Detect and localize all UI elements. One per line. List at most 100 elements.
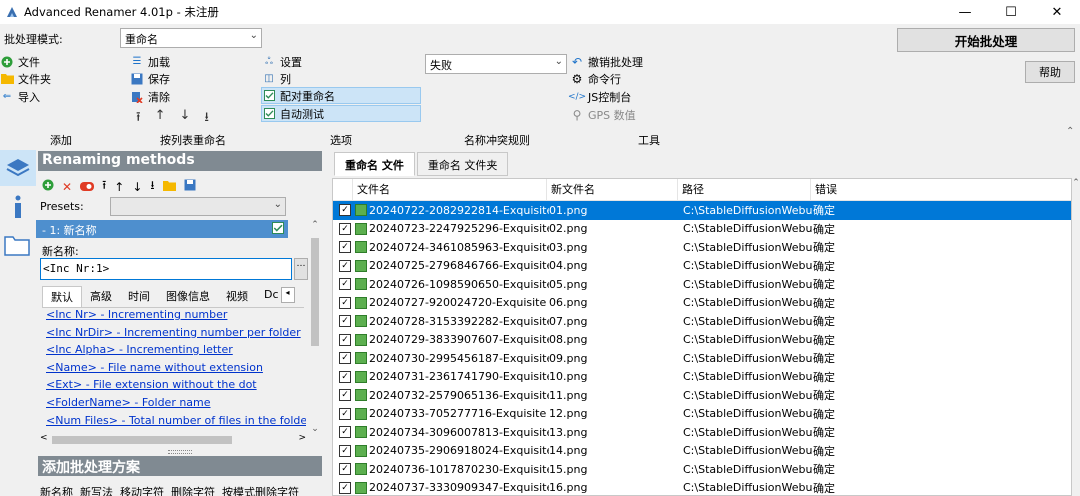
move-up-icon[interactable]: ↑ [114,180,124,194]
table-row[interactable]: ✓ 20240725-2796846766-Exquisite ... 04.png… [333,257,1071,276]
row-checkbox[interactable]: ✓ [339,463,351,476]
help-button[interactable]: 帮助 [1025,61,1075,83]
tab-default[interactable]: 默认 [42,286,82,307]
save-preset-icon[interactable] [184,179,196,194]
row-checkbox[interactable]: ✓ [339,426,351,439]
row-checkbox[interactable]: ✓ [339,444,351,457]
move-bottom-icon[interactable]: ⭳ [204,108,209,130]
columns-button[interactable]: ◫ 列 [262,70,291,87]
tag-link[interactable]: <Ext> - File extension without the dot [46,378,306,396]
tag-horizontal-scrollbar[interactable]: < > [38,433,308,446]
method-vertical-scrollbar[interactable]: ⌃ ⌄ [308,220,322,434]
table-row[interactable]: ✓ 20240731-2361741790-Exquisite ... 10.png… [333,368,1071,387]
tab-advanced[interactable]: 高级 [82,286,120,307]
add-method-icon[interactable] [42,179,54,194]
load-list-button[interactable]: ☰ 加载 [130,53,170,70]
tab-rename-folders[interactable]: 重命名 文件夹 [416,152,509,176]
row-checkbox[interactable]: ✓ [339,352,351,365]
table-row[interactable]: ✓ 20240722-2082922814-Exquisite ... 01.png… [333,201,1071,220]
row-checkbox[interactable]: ✓ [339,204,351,217]
move-up-icon[interactable]: ↑ [155,108,166,130]
gps-button[interactable]: ⚲ GPS 数值 [570,106,636,123]
table-row[interactable]: ✓ 20240735-2906918024-Exquisite ... 14.png… [333,442,1071,461]
folder-outline-icon[interactable] [4,234,30,256]
settings-button[interactable]: ஃ 设置 [262,53,302,70]
move-down-icon[interactable]: ↓ [179,108,190,130]
tag-link[interactable]: <Num Files> - Total number of files in t… [46,414,306,432]
auto-test-toggle[interactable]: 自动测试 [261,105,421,122]
tag-link[interactable]: <Inc Alpha> - Incrementing letter [46,343,306,361]
js-console-button[interactable]: </> JS控制台 [568,88,631,105]
add-file-button[interactable]: 文件 [0,53,40,70]
minimize-button[interactable]: — [942,0,988,24]
open-preset-folder-icon[interactable] [162,180,176,194]
row-checkbox[interactable]: ✓ [339,296,351,309]
tag-link[interactable]: <Name> - File name without extension [46,361,306,379]
undo-batch-button[interactable]: ↶ 撤销批处理 [570,53,643,70]
row-checkbox[interactable]: ✓ [339,278,351,291]
table-row[interactable]: ✓ 20240733-705277716-Exquisite f... 12.png… [333,405,1071,424]
import-button[interactable]: ⇐ 导入 [0,88,40,105]
move-top-icon[interactable]: ⭱ [136,108,141,130]
row-checkbox[interactable]: ✓ [339,222,351,235]
row-checkbox[interactable]: ✓ [339,315,351,328]
move-down-icon[interactable]: ↓ [132,180,142,194]
row-checkbox[interactable]: ✓ [339,333,351,346]
maximize-button[interactable]: ☐ [988,0,1034,24]
tab-rename-files[interactable]: 重命名 文件 [334,152,415,176]
clear-list-button[interactable]: 清除 [130,88,170,105]
tag-link[interactable]: <Inc Nr> - Incrementing number [46,308,306,326]
col-error[interactable]: 错误 [811,179,941,201]
row-checkbox[interactable]: ✓ [339,370,351,383]
table-row[interactable]: ✓ 20240724-3461085963-Exquisite ... 03.png… [333,238,1071,257]
cmdline-button[interactable]: ⚙ 命令行 [570,70,621,87]
table-row[interactable]: ✓ 20240726-1098590650-Exquisite ... 05.png… [333,275,1071,294]
checkbox-checked-icon[interactable] [272,222,284,237]
move-top-icon[interactable]: ⭱ [102,176,106,197]
method-item-new-name[interactable]: - 1: 新名称 [36,220,288,238]
methods-layers-icon[interactable] [0,150,36,186]
tag-link[interactable]: <FolderName> - Folder name [46,396,306,414]
col-filename[interactable]: 文件名 [353,179,547,201]
close-button[interactable]: ✕ [1034,0,1080,24]
table-row[interactable]: ✓ 20240734-3096007813-Exquisite ... 13.png… [333,423,1071,442]
info-icon[interactable] [10,194,26,220]
splitter-grip[interactable] [168,450,192,454]
row-checkbox[interactable]: ✓ [339,389,351,402]
table-row[interactable]: ✓ 20240728-3153392282-Exquisite ... 07.png… [333,312,1071,331]
col-path[interactable]: 路径 [678,179,811,201]
table-row[interactable]: ✓ 20240732-2579065136-Exquisite ... 11.png… [333,386,1071,405]
tab-image-info[interactable]: 图像信息 [158,286,218,307]
tabs-scroll-left-icon[interactable]: ◂ [280,287,295,303]
tab-video[interactable]: 视频 [218,286,256,307]
pair-rename-toggle[interactable]: 配对重命名 [261,87,421,104]
method-types[interactable]: 新名称 新写法 移动字符 删除字符 按模式删除字符 [40,484,299,496]
move-bottom-icon[interactable]: ⭳ [150,176,154,197]
presets-select[interactable]: ⌄ [110,197,286,216]
row-checkbox[interactable]: ✓ [339,241,351,254]
batch-mode-select[interactable]: 重命名 ⌄ [120,28,262,48]
table-row[interactable]: ✓ 20240737-3330909347-Exquisite ... 16.png… [333,479,1071,496]
new-name-input[interactable]: <Inc Nr:1> [40,258,292,280]
tab-time[interactable]: 时间 [120,286,158,307]
toggle-method-icon[interactable] [80,180,95,194]
conflict-rule-select[interactable]: 失败 ⌄ [425,54,567,74]
table-row[interactable]: ✓ 20240729-3833907607-Exquisite ... 08.png… [333,331,1071,350]
table-row[interactable]: ✓ 20240727-920024720-Exquisite f... 06.png… [333,294,1071,313]
tab-doc[interactable]: Dc [256,286,281,307]
col-new-filename[interactable]: 新文件名 [547,179,678,201]
table-row[interactable]: ✓ 20240723-2247925296-Exquisite ... 02.png… [333,220,1071,239]
row-checkbox[interactable]: ✓ [339,259,351,272]
remove-method-icon[interactable]: ✕ [62,180,72,194]
table-row[interactable]: ✓ 20240736-1017870230-Exquisite ... 15.png… [333,460,1071,479]
row-checkbox[interactable]: ✓ [339,407,351,420]
collapse-ribbon-icon[interactable]: ⌃ [1066,126,1074,137]
row-checkbox[interactable]: ✓ [339,481,351,494]
tag-link[interactable]: <Inc NrDir> - Incrementing number per fo… [46,326,306,344]
table-row[interactable]: ✓ 20240730-2995456187-Exquisite ... 09.png… [333,349,1071,368]
add-folder-button[interactable]: 文件夹 [0,70,51,87]
grid-vertical-scrollbar[interactable]: ⌃ [1072,178,1080,496]
start-batch-button[interactable]: 开始批处理 [897,28,1075,52]
tag-picker-button[interactable]: … [294,258,308,280]
save-list-button[interactable]: 保存 [130,70,170,87]
